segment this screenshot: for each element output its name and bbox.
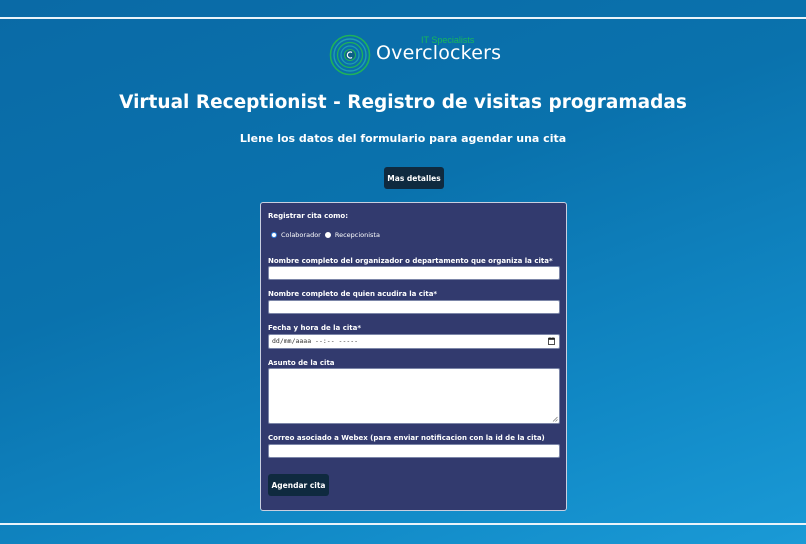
calendar-icon[interactable]	[548, 337, 555, 345]
register-as-options: Colaborador Recepcionista	[271, 230, 384, 240]
datetime-input[interactable]: dd/mm/aaaa --:-- -----	[268, 334, 560, 349]
more-details-button[interactable]: Mas detalles	[384, 167, 444, 189]
radio-recepcionista[interactable]	[324, 232, 331, 238]
overclockers-logo: IT Specialists Overclockers	[329, 34, 502, 76]
radio-colaborador-label[interactable]: Colaborador	[281, 231, 321, 239]
datetime-label: Fecha y hora de la cita*	[268, 324, 361, 332]
resize-handle-icon[interactable]	[552, 416, 558, 422]
page-subtitle: Llene los datos del formulario para agen…	[239, 132, 567, 145]
organizer-input[interactable]	[268, 266, 560, 280]
datetime-placeholder: dd/mm/aaaa --:-- -----	[272, 337, 359, 345]
top-divider	[0, 17, 806, 19]
logo-wordmark: Overclockers	[376, 42, 502, 64]
page-title: Virtual Receptionist - Registro de visit…	[119, 92, 687, 113]
attendee-label: Nombre completo de quien acudira la cita…	[268, 290, 438, 298]
schedule-appointment-button[interactable]: Agendar cita	[268, 474, 329, 496]
attendee-input[interactable]	[268, 300, 560, 314]
subject-label: Asunto de la cita	[268, 359, 335, 367]
register-as-label: Registrar cita como:	[268, 212, 349, 220]
appointment-form: Registrar cita como: Colaborador Recepci…	[260, 202, 567, 511]
radio-colaborador[interactable]	[271, 232, 277, 238]
webex-email-input[interactable]	[268, 444, 560, 458]
bottom-divider	[0, 523, 806, 525]
webex-email-label: Correo asociado a Webex (para enviar not…	[268, 434, 545, 442]
subject-textarea[interactable]	[268, 368, 560, 424]
radio-recepcionista-label[interactable]: Recepcionista	[335, 231, 380, 239]
organizer-label: Nombre completo del organizador o depart…	[268, 257, 553, 265]
overclockers-logo-icon	[329, 34, 371, 76]
